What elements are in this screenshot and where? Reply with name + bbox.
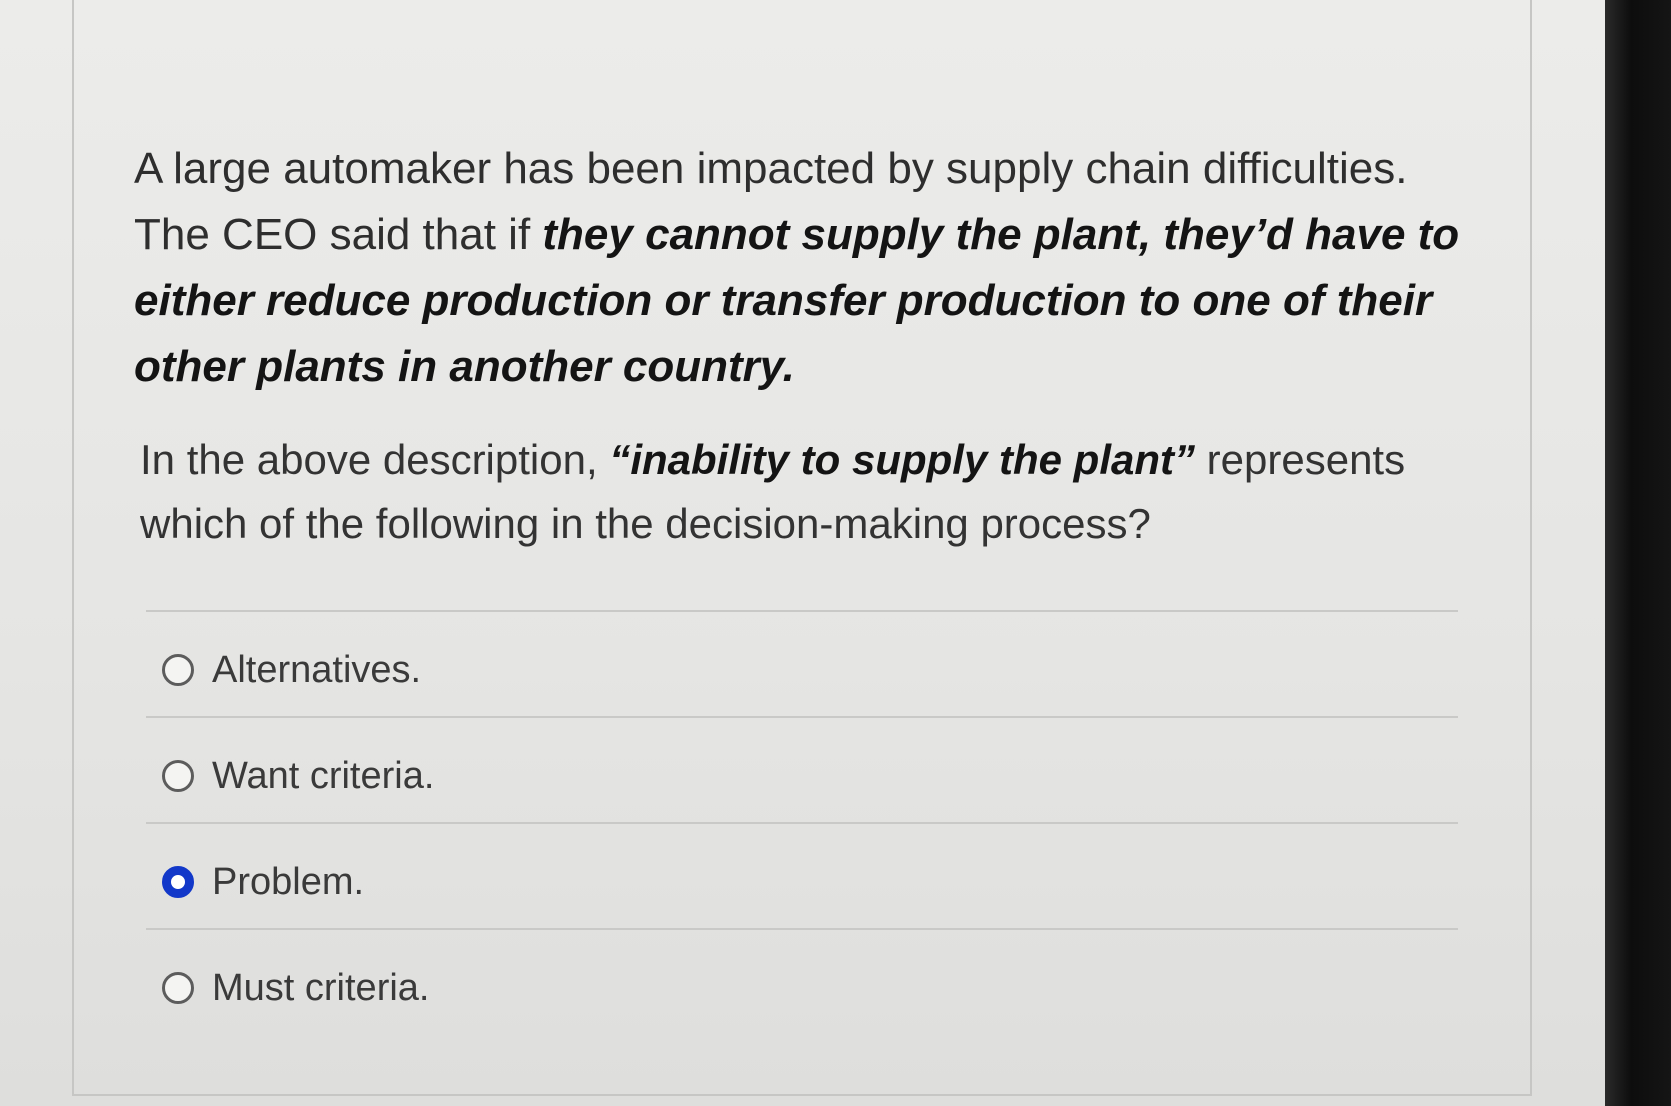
radio-button-icon[interactable] [162,972,194,1004]
radio-button-icon[interactable] [162,654,194,686]
prompt-text-emphasis: “inability to supply the plant” [609,436,1195,483]
question-text: A large automaker has been impacted by s… [134,136,1494,400]
question-prompt: In the above description, “inability to … [140,428,1440,556]
monitor-bezel [1605,0,1671,1106]
answer-option-must-criteria[interactable]: Must criteria. [162,958,429,1018]
answer-option-label: Problem. [212,860,365,903]
radio-button-icon[interactable] [162,760,194,792]
radio-button-selected-icon[interactable] [162,866,194,898]
divider [146,822,1458,824]
prompt-text-start: In the above description, [140,436,610,483]
question-card: A large automaker has been impacted by s… [72,0,1532,1096]
divider [146,610,1458,612]
divider [146,716,1458,718]
screen: A large automaker has been impacted by s… [0,0,1605,1106]
answer-option-problem[interactable]: Problem. [162,852,364,912]
answer-option-alternatives[interactable]: Alternatives. [162,640,421,700]
divider [146,928,1458,930]
answer-option-label: Alternatives. [212,648,422,691]
answer-option-want-criteria[interactable]: Want criteria. [162,746,434,806]
answer-option-label: Want criteria. [212,754,435,797]
answer-option-label: Must criteria. [212,966,430,1009]
